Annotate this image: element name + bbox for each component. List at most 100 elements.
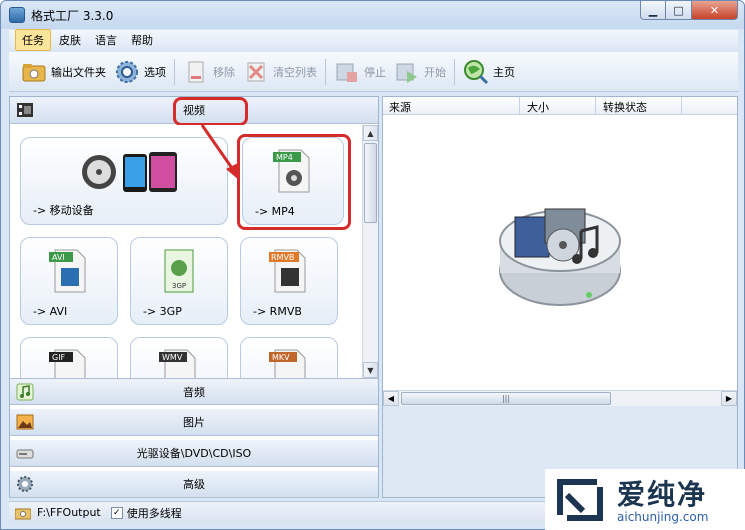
disc-drive-icon <box>16 444 36 462</box>
tile-avi-label: -> AVI <box>33 305 68 318</box>
film-icon <box>16 101 36 119</box>
tile-avi[interactable]: AVI -> AVI <box>20 237 118 325</box>
clear-icon <box>243 59 269 85</box>
menu-task[interactable]: 任务 <box>15 29 51 51</box>
stop-label: 停止 <box>364 65 386 79</box>
gif-badge-text: GIF <box>52 353 66 362</box>
output-folder-status-icon[interactable] <box>15 506 31 520</box>
scroll-right-button[interactable]: ▶ <box>721 391 737 406</box>
highlight-mp4-tile <box>237 134 351 230</box>
mkv-badge-text: MKV <box>272 353 290 362</box>
clear-list-label: 清空列表 <box>273 65 317 79</box>
folder-icon <box>21 59 47 85</box>
clear-list-button[interactable]: 清空列表 <box>239 56 321 88</box>
category-picture-header[interactable]: 图片 <box>10 409 378 436</box>
horizontal-scroll-thumb[interactable]: ||| <box>401 392 611 405</box>
highlight-video-label <box>173 97 248 126</box>
category-audio-header[interactable]: 音频 <box>10 378 378 405</box>
start-label: 开始 <box>424 65 446 79</box>
mkv-file-icon: MKV <box>269 346 309 378</box>
stop-icon <box>334 59 360 85</box>
tile-gif[interactable]: GIF <box>20 337 118 378</box>
category-picture-label: 图片 <box>183 416 205 429</box>
red-arrow-icon <box>200 124 240 181</box>
toolbar: 输出文件夹 选项 移除 清空列表 停止 开始 主页 <box>9 52 738 92</box>
toolbar-separator <box>174 58 175 85</box>
grid-vertical-scrollbar[interactable]: ▲ ▼ <box>362 125 378 378</box>
multithread-checkbox[interactable]: ✓ <box>110 506 123 519</box>
options-button[interactable]: 选项 <box>110 56 170 88</box>
picture-icon <box>16 413 36 431</box>
mobile-device-icon <box>81 148 181 199</box>
multithread-label: 使用多线程 <box>126 506 182 520</box>
tile-rmvb[interactable]: RMVB -> RMVB <box>240 237 338 325</box>
scroll-left-button[interactable]: ◀ <box>383 391 399 406</box>
stop-button[interactable]: 停止 <box>330 56 390 88</box>
rmvb-file-icon: RMVB <box>269 246 309 297</box>
start-icon <box>394 59 420 85</box>
tile-mobile-device-label: -> 移动设备 <box>33 204 94 217</box>
format-factory-logo-icon <box>495 201 625 314</box>
home-button[interactable]: 主页 <box>459 56 519 88</box>
task-list-horizontal-scrollbar[interactable]: ◀ ||| ▶ <box>383 390 737 406</box>
close-button[interactable]: ✕ <box>692 1 738 20</box>
title-bar: 格式工厂 3.3.0 ▁ □ ✕ <box>1 1 744 29</box>
window-title: 格式工厂 3.3.0 <box>31 9 114 23</box>
music-note-icon <box>16 383 36 401</box>
scroll-thumb[interactable] <box>364 143 377 223</box>
category-audio-label: 音频 <box>183 385 205 399</box>
avi-file-icon: AVI <box>49 246 89 297</box>
watermark-url: aichunjing.com <box>617 510 709 524</box>
column-status[interactable]: 转换状态 <box>603 99 647 115</box>
gif-file-icon: GIF <box>49 346 89 378</box>
minimize-button[interactable]: ▁ <box>640 1 666 20</box>
tile-wmv[interactable]: WMV <box>130 337 228 378</box>
avi-badge-text: AVI <box>52 253 65 262</box>
output-folder-label: 输出文件夹 <box>51 65 106 79</box>
task-list-header: 来源 大小 转换状态 <box>383 97 737 115</box>
home-label: 主页 <box>493 65 515 79</box>
wmv-file-icon: WMV <box>159 346 199 378</box>
column-source[interactable]: 来源 <box>389 99 411 115</box>
app-icon <box>9 7 25 23</box>
category-advanced-header[interactable]: 高级 <box>10 471 378 498</box>
scroll-up-button[interactable]: ▲ <box>363 125 378 141</box>
watermark: 爱纯净 aichunjing.com <box>545 469 745 530</box>
menu-language[interactable]: 语言 <box>89 30 123 50</box>
rmvb-badge-text: RMVB <box>271 253 294 262</box>
3gp-file-icon: 3GP <box>159 246 199 297</box>
tile-mkv[interactable]: MKV <box>240 337 338 378</box>
task-list-panel: 来源 大小 转换状态 ◀ ||| ▶ <box>382 96 738 498</box>
remove-label: 移除 <box>213 65 235 79</box>
menu-skin[interactable]: 皮肤 <box>53 30 87 50</box>
remove-icon <box>183 59 209 85</box>
category-rom-label: 光驱设备\DVD\CD\ISO <box>136 447 252 460</box>
column-divider[interactable] <box>519 97 520 115</box>
home-globe-icon <box>463 59 489 85</box>
function-panel: 视频 -> 移动设备 MP4 -> MP4 AVI -> AVI 3GP -> … <box>9 96 379 498</box>
tile-rmvb-label: -> RMVB <box>253 305 302 318</box>
column-size[interactable]: 大小 <box>527 99 549 115</box>
app-window: 格式工厂 3.3.0 ▁ □ ✕ 任务 皮肤 语言 帮助 输出文件夹 选项 移除… <box>0 0 745 530</box>
menu-bar: 任务 皮肤 语言 帮助 <box>9 29 738 51</box>
watermark-brand: 爱纯净 <box>617 478 708 511</box>
category-advanced-label: 高级 <box>183 478 205 491</box>
output-path[interactable]: F:\FFOutput <box>37 506 101 519</box>
column-divider[interactable] <box>681 97 682 115</box>
remove-button[interactable]: 移除 <box>179 56 239 88</box>
tile-3gp[interactable]: 3GP -> 3GP <box>130 237 228 325</box>
maximize-button[interactable]: □ <box>666 1 692 20</box>
toolbar-separator <box>325 58 326 85</box>
toolbar-separator <box>454 58 455 85</box>
gear-icon <box>114 59 140 85</box>
3gp-badge-text: 3GP <box>172 282 186 290</box>
output-folder-button[interactable]: 输出文件夹 <box>17 56 110 88</box>
menu-help[interactable]: 帮助 <box>125 30 159 50</box>
category-rom-header[interactable]: 光驱设备\DVD\CD\ISO <box>10 440 378 467</box>
advanced-gear-icon <box>16 475 36 493</box>
start-button[interactable]: 开始 <box>390 56 450 88</box>
scroll-down-button[interactable]: ▼ <box>363 362 378 378</box>
options-label: 选项 <box>144 65 166 79</box>
watermark-logo-icon <box>553 475 609 525</box>
column-divider[interactable] <box>595 97 596 115</box>
